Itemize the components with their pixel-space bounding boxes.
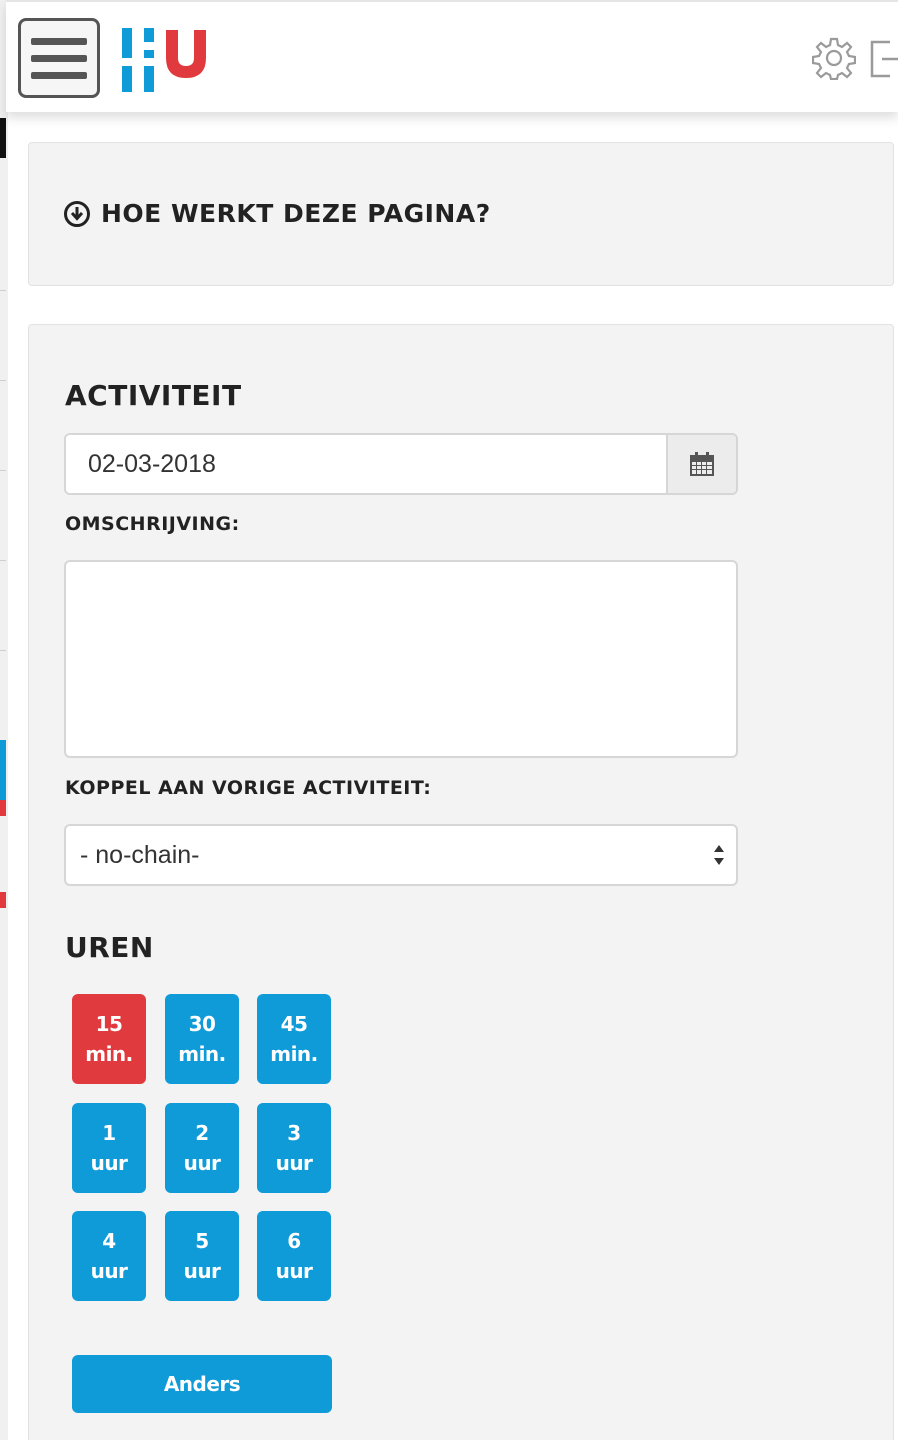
- gear-icon[interactable]: [812, 36, 856, 80]
- circle-down-icon: [64, 200, 90, 227]
- background-sliver-mark: [0, 800, 6, 816]
- other-duration-button[interactable]: Anders: [72, 1355, 332, 1413]
- hours-button-5-uur[interactable]: 5 uur: [165, 1211, 239, 1301]
- hours-button-unit: uur: [275, 1259, 313, 1283]
- background-sliver-line: [0, 290, 6, 291]
- hours-button-unit: uur: [275, 1151, 313, 1175]
- help-panel: HOE WERKT DEZE PAGINA?: [28, 142, 894, 286]
- background-sliver-mark: [0, 118, 6, 158]
- hamburger-icon-line: [31, 54, 87, 62]
- hours-button-unit: uur: [90, 1259, 128, 1283]
- hours-button-30-min[interactable]: 30 min.: [165, 994, 239, 1084]
- background-sliver-line: [0, 470, 6, 471]
- chain-select-value: - no-chain-: [80, 840, 200, 869]
- hours-button-amount: 4: [102, 1229, 116, 1253]
- description-label: OMSCHRIJVING:: [65, 513, 240, 535]
- hours-button-6-uur[interactable]: 6 uur: [257, 1211, 331, 1301]
- top-bar: [6, 0, 898, 112]
- hours-button-unit: min.: [85, 1042, 133, 1066]
- hours-button-4-uur[interactable]: 4 uur: [72, 1211, 146, 1301]
- hours-button-amount: 30: [188, 1012, 216, 1036]
- background-sliver-line: [0, 650, 6, 651]
- hours-button-amount: 2: [195, 1121, 209, 1145]
- hours-button-3-uur[interactable]: 3 uur: [257, 1103, 331, 1193]
- menu-button[interactable]: [18, 18, 100, 98]
- hours-button-unit: min.: [178, 1042, 226, 1066]
- background-sliver: [0, 0, 8, 1440]
- page: HOE WERKT DEZE PAGINA? ACTIVITEIT 02-03-…: [0, 0, 898, 1440]
- hours-button-amount: 5: [195, 1229, 209, 1253]
- help-title: HOE WERKT DEZE PAGINA?: [101, 199, 491, 228]
- hours-button-amount: 45: [280, 1012, 308, 1036]
- hours-button-amount: 3: [287, 1121, 301, 1145]
- hours-button-2-uur[interactable]: 2 uur: [165, 1103, 239, 1193]
- background-sliver-mark: [0, 892, 6, 908]
- date-input[interactable]: [66, 435, 666, 493]
- hours-button-unit: uur: [183, 1259, 221, 1283]
- hamburger-icon: [31, 37, 87, 45]
- calendar-button[interactable]: [666, 435, 736, 493]
- hu-logo[interactable]: [122, 28, 206, 92]
- date-picker: [64, 433, 738, 495]
- description-textarea[interactable]: [64, 560, 738, 758]
- calendar-icon: [690, 452, 714, 476]
- background-sliver-line: [0, 380, 6, 381]
- chain-select[interactable]: - no-chain-: [64, 824, 738, 886]
- background-sliver-line: [0, 560, 6, 561]
- hours-button-unit: min.: [270, 1042, 318, 1066]
- activity-panel: ACTIVITEIT OMSCHRIJVING: KOPPEL AAN VORI…: [28, 324, 894, 1440]
- help-toggle[interactable]: HOE WERKT DEZE PAGINA?: [63, 199, 491, 228]
- hours-button-unit: uur: [90, 1151, 128, 1175]
- hours-button-amount: 6: [287, 1229, 301, 1253]
- hours-button-45-min[interactable]: 45 min.: [257, 994, 331, 1084]
- hours-title: UREN: [65, 931, 154, 964]
- activity-title: ACTIVITEIT: [65, 379, 242, 412]
- hours-button-15-min[interactable]: 15 min.: [72, 994, 146, 1084]
- hours-button-unit: uur: [183, 1151, 221, 1175]
- hours-button-amount: 15: [95, 1012, 123, 1036]
- logout-icon[interactable]: [868, 38, 898, 80]
- select-arrows-icon: [714, 845, 724, 865]
- chain-label: KOPPEL AAN VORIGE ACTIVITEIT:: [65, 777, 432, 799]
- background-sliver-mark: [0, 740, 6, 800]
- hamburger-icon-line: [31, 71, 87, 79]
- hours-button-amount: 1: [102, 1121, 116, 1145]
- hours-button-1-uur[interactable]: 1 uur: [72, 1103, 146, 1193]
